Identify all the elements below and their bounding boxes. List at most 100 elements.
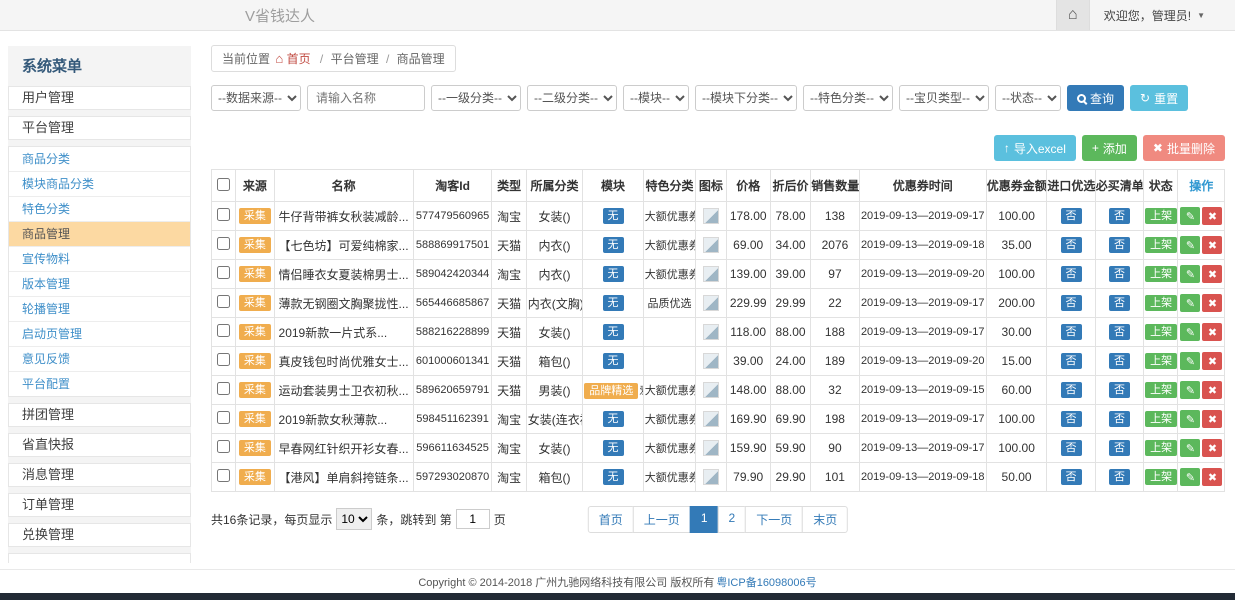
status-toggle[interactable]: 上架 [1145, 237, 1177, 253]
import-select-toggle[interactable]: 否 [1061, 469, 1082, 485]
status-toggle[interactable]: 上架 [1145, 208, 1177, 224]
sidebar-item[interactable]: 订单管理 [8, 493, 191, 517]
sidebar-item[interactable]: 省直快报 [8, 433, 191, 457]
edit-button[interactable]: ✎ [1180, 410, 1200, 428]
row-checkbox[interactable] [217, 295, 230, 308]
status-toggle[interactable]: 上架 [1145, 440, 1177, 456]
delete-button[interactable]: ✖ [1202, 381, 1222, 399]
delete-button[interactable]: ✖ [1202, 207, 1222, 225]
filter-source-select[interactable]: --数据来源-- [211, 85, 301, 111]
sidebar-item[interactable]: 兑换管理 [8, 523, 191, 547]
import-select-toggle[interactable]: 否 [1061, 295, 1082, 311]
sidebar-subitem[interactable]: 模块商品分类 [9, 172, 190, 197]
edit-button[interactable]: ✎ [1180, 381, 1200, 399]
row-checkbox[interactable] [217, 208, 230, 221]
must-buy-toggle[interactable]: 否 [1109, 208, 1130, 224]
status-toggle[interactable]: 上架 [1145, 266, 1177, 282]
sidebar-subitem[interactable]: 版本管理 [9, 272, 190, 297]
row-checkbox[interactable] [217, 382, 230, 395]
filter-module-select[interactable]: --模块-- [623, 85, 689, 111]
filter-feature-select[interactable]: --特色分类-- [803, 85, 893, 111]
delete-button[interactable]: ✖ [1202, 468, 1222, 486]
filter-category2-select[interactable]: --二级分类-- [527, 85, 617, 111]
sidebar-subitem[interactable]: 商品管理 [9, 222, 190, 247]
row-checkbox[interactable] [217, 440, 230, 453]
row-checkbox[interactable] [217, 353, 230, 366]
status-toggle[interactable]: 上架 [1145, 469, 1177, 485]
batch-delete-button[interactable]: ✖ 批量删除 [1143, 135, 1225, 161]
must-buy-toggle[interactable]: 否 [1109, 324, 1130, 340]
reset-button[interactable]: ↻ 重置 [1130, 85, 1188, 111]
must-buy-toggle[interactable]: 否 [1109, 382, 1130, 398]
page-first-button[interactable]: 首页 [588, 506, 634, 533]
user-menu[interactable]: 欢迎您，管理员! ▼ [1090, 0, 1235, 30]
edit-button[interactable]: ✎ [1180, 323, 1200, 341]
home-button[interactable]: ⌂ [1056, 0, 1090, 30]
edit-button[interactable]: ✎ [1180, 236, 1200, 254]
import-select-toggle[interactable]: 否 [1061, 440, 1082, 456]
page-jump-input[interactable] [456, 509, 490, 529]
per-page-select[interactable]: 10 [336, 508, 372, 530]
edit-button[interactable]: ✎ [1180, 439, 1200, 457]
import-select-toggle[interactable]: 否 [1061, 382, 1082, 398]
sidebar-item[interactable]: 消息管理 [8, 463, 191, 487]
import-select-toggle[interactable]: 否 [1061, 266, 1082, 282]
add-button[interactable]: + 添加 [1082, 135, 1137, 161]
must-buy-toggle[interactable]: 否 [1109, 440, 1130, 456]
row-checkbox[interactable] [217, 469, 230, 482]
must-buy-toggle[interactable]: 否 [1109, 237, 1130, 253]
import-select-toggle[interactable]: 否 [1061, 208, 1082, 224]
import-select-toggle[interactable]: 否 [1061, 324, 1082, 340]
import-select-toggle[interactable]: 否 [1061, 237, 1082, 253]
page-next-button[interactable]: 下一页 [745, 506, 803, 533]
page-last-button[interactable]: 末页 [802, 506, 848, 533]
filter-module-sub-select[interactable]: --模块下分类-- [695, 85, 797, 111]
name-search-input[interactable] [307, 85, 425, 111]
delete-button[interactable]: ✖ [1202, 410, 1222, 428]
page-prev-button[interactable]: 上一页 [633, 506, 691, 533]
status-toggle[interactable]: 上架 [1145, 382, 1177, 398]
sidebar-subitem[interactable]: 启动页管理 [9, 322, 190, 347]
import-select-toggle[interactable]: 否 [1061, 353, 1082, 369]
sidebar-item[interactable]: 用户管理 [8, 86, 191, 110]
filter-item-type-select[interactable]: --宝贝类型-- [899, 85, 989, 111]
page-1-button[interactable]: 1 [690, 506, 719, 533]
sidebar-subitem[interactable]: 平台配置 [9, 372, 190, 396]
import-select-toggle[interactable]: 否 [1061, 411, 1082, 427]
sidebar-subitem[interactable]: 宣传物料 [9, 247, 190, 272]
filter-status-select[interactable]: --状态-- [995, 85, 1061, 111]
must-buy-toggle[interactable]: 否 [1109, 266, 1130, 282]
sidebar-subitem[interactable]: 特色分类 [9, 197, 190, 222]
row-checkbox[interactable] [217, 324, 230, 337]
status-toggle[interactable]: 上架 [1145, 295, 1177, 311]
status-toggle[interactable]: 上架 [1145, 324, 1177, 340]
edit-button[interactable]: ✎ [1180, 294, 1200, 312]
edit-button[interactable]: ✎ [1180, 468, 1200, 486]
search-button[interactable]: 查询 [1067, 85, 1124, 111]
delete-button[interactable]: ✖ [1202, 265, 1222, 283]
row-checkbox[interactable] [217, 411, 230, 424]
import-excel-button[interactable]: ↑ 导入excel [994, 135, 1076, 161]
sidebar-subitem[interactable]: 商品分类 [9, 147, 190, 172]
must-buy-toggle[interactable]: 否 [1109, 411, 1130, 427]
edit-button[interactable]: ✎ [1180, 207, 1200, 225]
status-toggle[interactable]: 上架 [1145, 411, 1177, 427]
sidebar-subitem[interactable]: 意见反馈 [9, 347, 190, 372]
edit-button[interactable]: ✎ [1180, 265, 1200, 283]
must-buy-toggle[interactable]: 否 [1109, 295, 1130, 311]
delete-button[interactable]: ✖ [1202, 236, 1222, 254]
must-buy-toggle[interactable]: 否 [1109, 469, 1130, 485]
icp-link[interactable]: 粤ICP备16098006号 [716, 574, 816, 590]
status-toggle[interactable]: 上架 [1145, 353, 1177, 369]
must-buy-toggle[interactable]: 否 [1109, 353, 1130, 369]
row-checkbox[interactable] [217, 237, 230, 250]
row-checkbox[interactable] [217, 266, 230, 279]
page-2-button[interactable]: 2 [718, 506, 747, 533]
select-all-checkbox[interactable] [217, 178, 230, 191]
delete-button[interactable]: ✖ [1202, 294, 1222, 312]
sidebar-item[interactable]: 平台管理 [8, 116, 191, 140]
sidebar-item[interactable]: 拼团管理 [8, 403, 191, 427]
edit-button[interactable]: ✎ [1180, 352, 1200, 370]
delete-button[interactable]: ✖ [1202, 323, 1222, 341]
filter-category1-select[interactable]: --一级分类-- [431, 85, 521, 111]
